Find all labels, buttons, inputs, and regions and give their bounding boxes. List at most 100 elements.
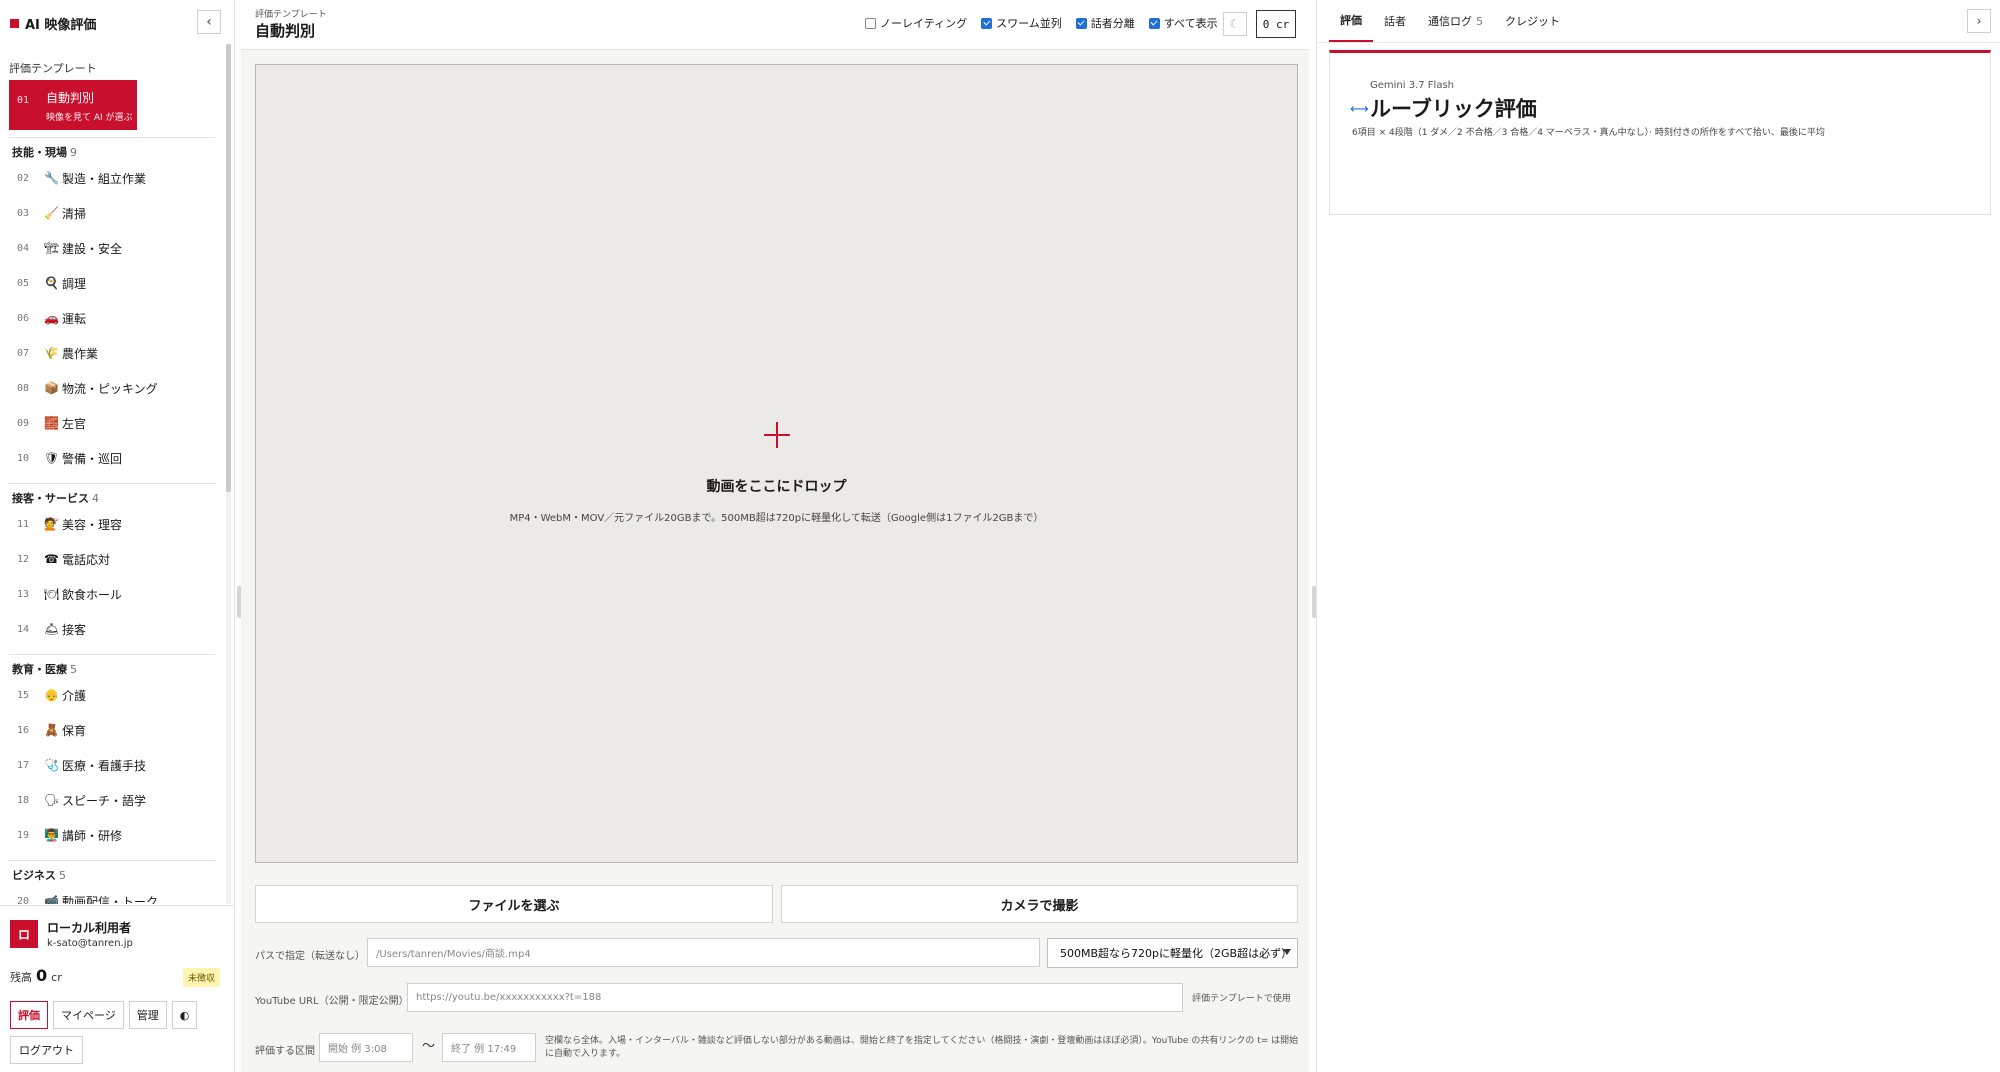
category-count: 5 — [70, 663, 77, 676]
checkbox[interactable] — [1148, 17, 1160, 29]
template-label: 建設・安全 — [62, 241, 123, 256]
template-label: 評価テンプレート — [255, 10, 327, 20]
range-separator: 〜 — [422, 1039, 436, 1054]
brand: AI 映像評価 — [10, 14, 96, 33]
template-label: 製造・組立作業 — [62, 171, 147, 186]
results-panel: 評価 話者 通信ログ 5 クレジット › Gemini 3.7 Flash ⟷ ルーブリ… — [1316, 0, 2000, 1072]
template-number: 20 — [17, 895, 30, 905]
template-section-title: 評価テンプレート — [9, 62, 97, 75]
collapse-sidebar-button[interactable]: ‹ — [197, 10, 221, 34]
checkbox[interactable] — [865, 17, 876, 29]
brand-logo-icon — [10, 19, 19, 28]
category-header: 接客・サービス 4 — [12, 490, 99, 506]
template-subtitle: 映像を見て AI が選ぶ — [46, 113, 133, 123]
compress-select[interactable]: 500MB超なら720pに軽量化（2GB超は必ず） — [1047, 938, 1298, 968]
balance-label: 残高 — [10, 971, 32, 984]
option-toggle[interactable]: スワーム並列 — [981, 15, 1062, 31]
template-number: 19 — [17, 829, 30, 841]
template-item[interactable]: 07 🌾 農作業 — [0, 338, 220, 368]
sidebar-scrollbar-thumb[interactable] — [226, 44, 231, 492]
youtube-url-input[interactable]: https://youtu.be/xxxxxxxxxxx?t=188 — [407, 983, 1183, 1012]
template-name: 自動判別 — [46, 91, 95, 105]
category-divider — [9, 654, 215, 655]
main-panel: 評価テンプレート 自動判別 ノーレイティング スワーム並列 話者分離 すべて表示 ☾ … — [241, 0, 1309, 1072]
option-label: ノーレイティング — [880, 17, 968, 30]
tab[interactable]: クレジット — [1494, 0, 1571, 42]
contrast-toggle-icon[interactable]: ◐ — [171, 1001, 198, 1029]
tab[interactable]: 評価 — [1329, 0, 1373, 42]
mypage-button[interactable]: マイページ — [53, 1001, 124, 1029]
template-item[interactable]: 02 🔧 製造・組立作業 — [0, 163, 220, 193]
template-item[interactable]: 11 💇 美容・理容 — [0, 509, 220, 539]
template-number: 04 — [17, 242, 30, 254]
template-label: 保育 — [62, 723, 87, 738]
template-icon: 🔧 — [44, 171, 59, 185]
checkbox[interactable] — [1075, 17, 1087, 29]
logout-button[interactable]: ログアウト — [10, 1036, 83, 1064]
option-label: すべて表示 — [1163, 17, 1218, 30]
template-item[interactable]: 10 🛡 警備・巡回 — [0, 443, 220, 473]
model-name: Gemini 3.7 Flash — [1370, 80, 1455, 91]
tab-label: クレジット — [1505, 15, 1560, 28]
path-label: パスで指定（転送なし） — [255, 951, 365, 962]
template-item[interactable]: 09 🧱 左官 — [0, 408, 220, 438]
category-name: 教育・医療 — [12, 663, 67, 676]
center-header: 評価テンプレート 自動判別 ノーレイティング スワーム並列 話者分離 すべて表示 ☾ … — [241, 0, 1309, 50]
template-icon: 🧹 — [44, 206, 59, 220]
tab[interactable]: 話者 — [1373, 0, 1417, 42]
end-time-input[interactable]: 終了 例 17:49 — [442, 1033, 536, 1062]
template-icon: 🩺 — [44, 758, 59, 772]
template-item[interactable]: 04 🏗 建設・安全 — [0, 233, 220, 263]
template-item[interactable]: 06 🚗 運転 — [0, 303, 220, 333]
template-icon: 🛎 — [44, 622, 60, 636]
template-item-auto[interactable]: 01 自動判別 映像を見て AI が選ぶ — [9, 80, 137, 130]
tab[interactable]: 通信ログ 5 — [1417, 0, 1494, 42]
template-number: 11 — [17, 518, 30, 530]
start-time-input[interactable]: 開始 例 3:08 — [319, 1033, 413, 1062]
option-toggle[interactable]: すべて表示 — [1148, 15, 1218, 31]
template-item[interactable]: 19 👨‍🏫 講師・研修 — [0, 820, 220, 850]
option-toggle[interactable]: ノーレイティング — [865, 15, 967, 31]
category-name: 接客・サービス — [12, 492, 89, 505]
user-name: ローカル利用者 — [47, 921, 132, 935]
template-label: 清掃 — [62, 206, 87, 221]
template-icon: 🌾 — [44, 346, 59, 360]
balance: 残高 0 cr — [10, 966, 62, 985]
template-label: 物流・ピッキング — [62, 381, 158, 396]
template-item[interactable]: 12 ☎ 電話応対 — [0, 544, 220, 574]
unpaid-badge: 未徴収 — [183, 968, 221, 987]
template-item[interactable]: 15 👴 介護 — [0, 680, 220, 710]
checkbox[interactable] — [981, 17, 993, 29]
template-item[interactable]: 05 🍳 調理 — [0, 268, 220, 298]
page-title: 自動判別 — [255, 22, 316, 40]
template-item[interactable]: 08 📦 物流・ピッキング — [0, 373, 220, 403]
category-name: ビジネス — [12, 869, 56, 882]
template-item[interactable]: 14 🛎 接客 — [0, 614, 220, 644]
path-input[interactable]: /Users/tanren/Movies/商談.mp4 — [367, 938, 1040, 967]
template-label: 電話応対 — [62, 552, 111, 567]
template-list[interactable]: 評価テンプレート 01 自動判別 映像を見て AI が選ぶ 技能・現場 9 02 🔧 製… — [0, 44, 231, 904]
template-item[interactable]: 20 📹 動画配信・トーク — [0, 886, 220, 904]
option-toggle[interactable]: 話者分離 — [1075, 15, 1135, 31]
template-item[interactable]: 16 🧸 保育 — [0, 715, 220, 745]
option-label: 話者分離 — [1090, 17, 1135, 30]
evaluate-button[interactable]: 評価 — [10, 1001, 48, 1029]
template-number: 06 — [17, 312, 30, 324]
template-icon: 🗣 — [44, 793, 60, 807]
results-tabs: 評価 話者 通信ログ 5 クレジット — [1329, 0, 1571, 42]
tabs-divider — [1317, 42, 2000, 43]
camera-button[interactable]: カメラで撮影 — [781, 885, 1298, 923]
template-item[interactable]: 17 🩺 医療・看護手技 — [0, 750, 220, 780]
template-item[interactable]: 18 🗣 スピーチ・語学 — [0, 785, 220, 815]
choose-file-button[interactable]: ファイルを選ぶ — [255, 885, 773, 923]
video-dropzone[interactable]: 動画をここにドロップ MP4・WebM・MOV／元ファイル20GBまで。500M… — [255, 64, 1298, 863]
category-divider — [9, 860, 215, 861]
template-label: 警備・巡回 — [62, 451, 123, 466]
admin-button[interactable]: 管理 — [128, 1001, 167, 1029]
template-item[interactable]: 03 🧹 清掃 — [0, 198, 220, 228]
chevron-right-icon[interactable]: › — [1967, 9, 1991, 33]
template-label: 運転 — [62, 311, 87, 326]
template-item[interactable]: 13 🍽 飲食ホール — [0, 579, 220, 609]
category-count: 9 — [70, 146, 77, 159]
moon-icon[interactable]: ☾ — [1223, 12, 1247, 36]
